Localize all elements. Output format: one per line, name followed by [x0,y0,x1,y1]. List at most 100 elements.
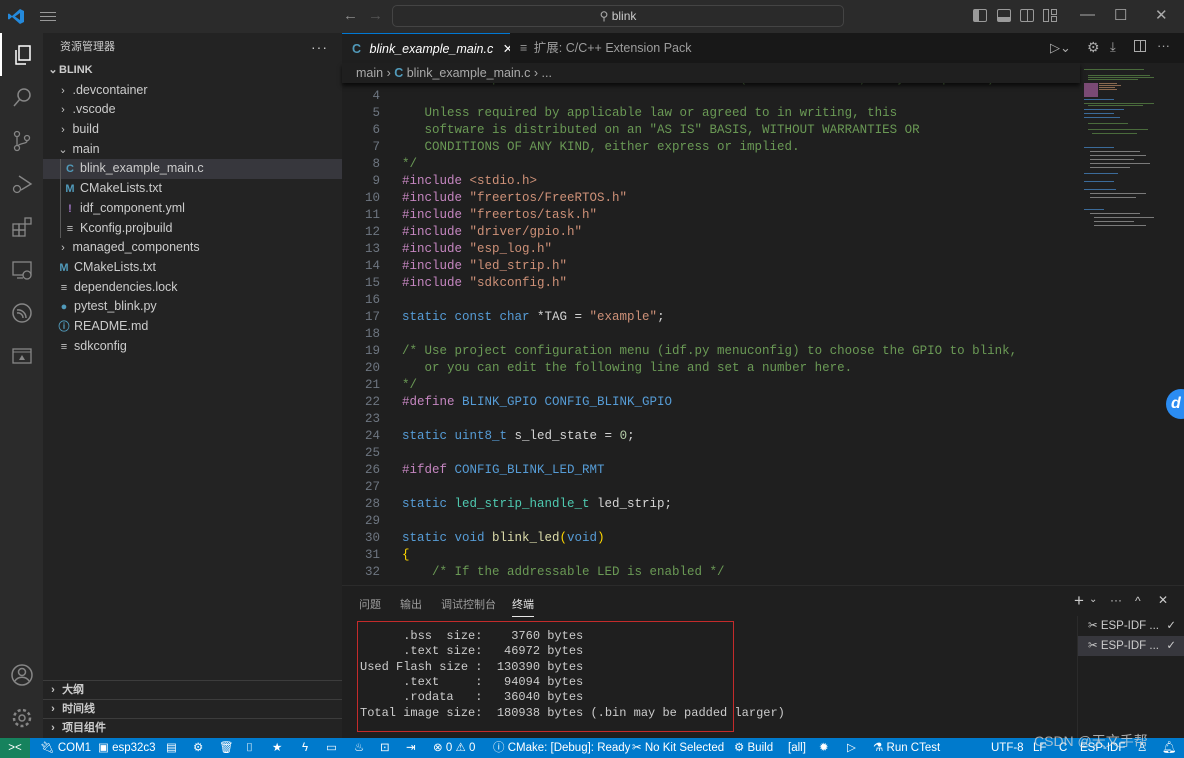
accounts-icon[interactable] [0,653,43,696]
code-editor[interactable]: 3 This example code is in the Public Dom… [342,63,1080,585]
project-components-section[interactable]: › 项目组件 [43,718,342,737]
menuconfig-gear-icon[interactable]: ⚙ [193,738,203,758]
menu-hamburger-icon[interactable] [40,9,56,23]
cmake-kit-selector[interactable]: ✂ No Kit Selected [632,738,724,758]
panel-more-actions-button[interactable]: ··· [1110,593,1122,607]
monitor-icon[interactable]: ▭ [326,738,337,758]
tab-blink-example-main[interactable]: C blink_example_main.c ✕ [342,33,524,63]
esp-idf-explorer-icon[interactable] [0,334,43,377]
tree-file[interactable]: Cblink_example_main.c [43,159,342,180]
editor-more-actions-icon[interactable]: ··· [1157,38,1170,53]
terminal-instance[interactable]: ✂ ESP-IDF ... ✓ [1078,616,1184,636]
cmake-status[interactable]: ⓘ CMake: [Debug]: Ready [493,738,630,758]
tree-file[interactable]: M CMakeLists.txt [43,179,342,199]
toggle-secondary-sidebar-icon[interactable] [1020,9,1034,22]
run-play-icon[interactable]: ▷ [847,738,856,758]
split-editor-icon[interactable] [1134,40,1146,52]
check-icon: ✓ [1166,640,1176,652]
remote-indicator[interactable]: >< [0,738,30,758]
workspace-root[interactable]: ⌄BLINK [43,61,342,81]
problems-indicator[interactable]: ⊗ 0 ⚠ 0 [433,738,475,758]
tab-extension-pack[interactable]: ≡ 扩展: C/C++ Extension Pack [510,33,702,63]
tree-file[interactable]: ! idf_component.yml [43,198,342,219]
cmake-build-button[interactable]: ⚙ Build [734,738,773,758]
build-target-selector[interactable]: [all] [788,738,806,758]
flash-bolt-icon[interactable]: ϟ [302,738,308,758]
serial-port-item[interactable]: 🔌︎ COM1 [40,738,91,758]
check-icon: ✓ [1166,620,1176,632]
target-chip-item[interactable]: ▣ esp32c3 [98,738,156,758]
terminal-icon[interactable]: ⊡ [380,738,390,758]
maximize-panel-button[interactable]: ^ [1135,594,1141,608]
terminal-output[interactable]: .bss size: 3760 bytes .text size: 46972 … [357,621,785,732]
breadcrumb-file[interactable]: blink_example_main.c [407,66,531,80]
tree-folder[interactable]: › managed_components [43,238,342,258]
build-flash-monitor-flame-icon[interactable]: ♨ [354,738,364,758]
tree-folder[interactable]: › .devcontainer [43,81,342,101]
line-number: 6 [372,123,380,137]
tree-file[interactable]: ≡ Kconfig.projbuild [43,218,342,239]
tree-item-label: managed_components [72,240,200,255]
command-center-search[interactable]: ⚲ blink [392,5,844,27]
new-terminal-button[interactable]: + [1074,591,1084,611]
explorer-icon[interactable] [0,33,43,76]
source-control-icon[interactable] [0,119,43,162]
flash-download-icon[interactable]: ⤓ [1110,39,1116,55]
code-token: or you can edit the following line and s… [402,361,853,375]
nav-forward-button[interactable]: → [368,7,383,24]
search-icon[interactable] [0,76,43,119]
flash-device-icon[interactable]: ⌷ [246,738,253,758]
customize-layout-icon[interactable] [1043,9,1057,22]
tab-output[interactable]: 输出 [400,596,422,612]
tree-file[interactable]: ⓘ README.md [43,317,342,337]
tab-problems[interactable]: 问题 [359,596,381,612]
c-file-icon: C [66,163,74,176]
esp-idf-debug-dropdown-icon[interactable]: ▷⌄ [1050,40,1071,56]
full-clean-trash-icon[interactable]: 🗑︎ [219,738,234,758]
remote-explorer-icon[interactable] [0,248,43,291]
debug-bug-icon[interactable]: ✹ [819,738,829,758]
tree-item-label: blink_example_main.c [80,161,204,176]
code-text: /* Use project configuration menu (idf.p… [402,343,1017,360]
chevron-right-icon: › [61,104,65,117]
tab-debug-console[interactable]: 调试控制台 [441,596,496,612]
maximize-button[interactable]: ☐ [1114,6,1127,24]
outline-section[interactable]: › 大纲 [43,680,342,699]
project-components-label: 项目组件 [62,722,107,734]
terminal-instance[interactable]: ✂ ESP-IDF ... ✓ [1078,636,1184,656]
tree-file[interactable]: M CMakeLists.txt [43,258,342,278]
settings-gear-icon[interactable]: ⚙ [1087,39,1100,56]
close-panel-button[interactable]: ✕ [1158,593,1168,607]
tree-folder[interactable]: › build [43,120,342,140]
tree-folder[interactable]: ⌄ main [43,140,342,160]
minimize-button[interactable]: — [1080,6,1095,23]
breadcrumb-folder[interactable]: main [356,66,383,80]
line-number: 5 [372,106,380,120]
notifications-bell-icon[interactable]: 🔔︎ [1162,738,1177,758]
manage-gear-icon[interactable] [0,696,43,739]
execute-task-icon[interactable]: ⇥ [406,738,416,758]
minimap[interactable] [1080,63,1184,585]
flash-method-star-icon[interactable]: ★ [272,738,282,758]
run-debug-icon[interactable] [0,162,43,205]
tab-terminal[interactable]: 终端 [512,596,534,617]
extensions-icon[interactable] [0,205,43,248]
toggle-panel-icon[interactable] [997,9,1011,22]
run-ctest-button[interactable]: ⚗ Run CTest [873,738,940,758]
chevron-down-icon[interactable]: ⌄ [1089,594,1097,605]
nav-back-button[interactable]: ← [343,7,358,24]
tree-file[interactable]: ≡ dependencies.lock [43,278,342,298]
tree-file[interactable]: ● pytest_blink.py [43,297,342,317]
code-token: ) [597,531,605,545]
timeline-section[interactable]: › 时间线 [43,699,342,718]
esp-idf-icon[interactable] [0,291,43,334]
close-window-button[interactable]: ✕ [1155,6,1168,24]
encoding-selector[interactable]: UTF-8 [991,738,1024,758]
toggle-primary-sidebar-icon[interactable] [973,9,987,22]
code-text: or you can edit the following line and s… [402,360,853,377]
sdkconfig-editor-icon[interactable]: ▤ [166,738,177,758]
tree-file[interactable]: ≡ sdkconfig [43,337,342,357]
breadcrumb-symbol[interactable]: ... [542,66,552,80]
explorer-more-actions-button[interactable]: ··· [311,33,328,61]
tree-folder[interactable]: › .vscode [43,100,342,120]
